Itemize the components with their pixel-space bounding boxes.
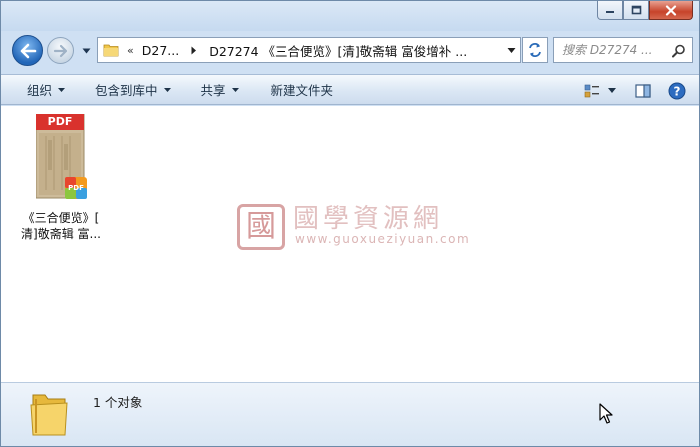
forward-button[interactable] <box>47 37 74 64</box>
share-label: 共享 <box>200 83 226 98</box>
file-item[interactable]: PDF PDF 《三合便览》[ 清]敬斋辑 富... <box>15 113 107 242</box>
search-box[interactable] <box>553 37 693 63</box>
address-bar[interactable]: « D27... D27274 《三合便览》[清]敬斋辑 富俊增补 ... <box>97 37 521 63</box>
maximize-button[interactable] <box>623 1 649 20</box>
breadcrumb-parent[interactable]: D27... <box>142 43 179 58</box>
organize-menu-button[interactable]: 组织 <box>1 75 77 104</box>
refresh-icon <box>529 43 541 57</box>
refresh-button[interactable] <box>522 37 548 63</box>
back-arrow-icon <box>20 43 36 58</box>
search-icon[interactable] <box>672 44 686 58</box>
explorer-window: « D27... D27274 《三合便览》[清]敬斋辑 富俊增补 ... 组织 <box>0 0 700 447</box>
file-name-line2: 清]敬斋辑 富... <box>21 227 101 241</box>
file-name: 《三合便览》[ 清]敬斋辑 富... <box>15 210 107 242</box>
chevron-down-icon <box>608 88 616 93</box>
pdf-badge-label: PDF <box>47 115 73 128</box>
search-input[interactable] <box>562 43 674 57</box>
organize-label: 组织 <box>27 83 53 98</box>
maximize-icon <box>631 5 641 15</box>
details-pane: 1 个对象 <box>1 382 699 446</box>
change-view-button[interactable] <box>581 79 603 103</box>
back-button[interactable] <box>12 35 43 66</box>
pdf-thumbnail: PDF PDF <box>35 113 87 200</box>
recent-pages-dropdown[interactable] <box>80 45 92 57</box>
file-name-line1: 《三合便览》[ <box>22 211 100 225</box>
title-bar[interactable] <box>1 1 699 31</box>
command-bar: 组织 包含到库中 共享 新建文件夹 ? <box>1 74 699 105</box>
caption-buttons <box>597 1 693 21</box>
view-options-icon <box>584 84 599 97</box>
address-overflow-chevron[interactable]: « <box>127 44 134 57</box>
preview-pane-button[interactable] <box>629 79 657 103</box>
minimize-button[interactable] <box>597 1 623 20</box>
help-button[interactable]: ? <box>663 79 691 103</box>
breadcrumb-current[interactable]: D27274 《三合便览》[清]敬斋辑 富俊增补 ... <box>209 41 467 60</box>
new-folder-label: 新建文件夹 <box>270 83 334 98</box>
watermark-title: 國學資源網 <box>293 204 444 234</box>
chevron-down-icon <box>163 87 171 92</box>
mouse-cursor-icon <box>599 403 613 424</box>
minimize-icon <box>606 11 614 13</box>
close-icon <box>665 4 677 16</box>
file-list-view[interactable]: PDF PDF 《三合便览》[ 清]敬斋辑 富... 國 國學資源網 www.g… <box>1 106 699 382</box>
include-in-library-label: 包含到库中 <box>95 83 158 98</box>
watermark: 國 國學資源網 www.guoxueziyuan.com <box>237 198 477 254</box>
breadcrumb-separator-icon[interactable] <box>191 46 197 55</box>
share-menu-button[interactable]: 共享 <box>189 75 251 104</box>
navigation-bar: « D27... D27274 《三合便览》[清]敬斋辑 富俊增补 ... <box>1 33 699 69</box>
svg-text:?: ? <box>674 84 681 98</box>
address-history-chevron-icon[interactable] <box>507 46 516 55</box>
item-count: 1 个对象 <box>93 395 143 410</box>
include-in-library-menu-button[interactable]: 包含到库中 <box>83 75 183 104</box>
chevron-down-icon <box>82 48 90 54</box>
toolbar-right-group: ? <box>581 75 691 106</box>
pdf-app-icon-label: PDF <box>68 184 84 192</box>
watermark-seal-icon: 國 <box>237 204 285 250</box>
folder-icon <box>103 44 119 57</box>
forward-arrow-icon <box>53 44 67 57</box>
help-icon: ? <box>668 82 686 99</box>
close-button[interactable] <box>649 1 693 20</box>
chevron-down-icon <box>231 87 239 92</box>
folder-icon <box>30 394 68 436</box>
new-folder-button[interactable]: 新建文件夹 <box>259 75 346 104</box>
view-options-dropdown[interactable] <box>603 79 621 103</box>
chevron-down-icon <box>58 87 66 92</box>
preview-pane-icon <box>635 83 651 98</box>
watermark-url: www.guoxueziyuan.com <box>295 232 471 246</box>
